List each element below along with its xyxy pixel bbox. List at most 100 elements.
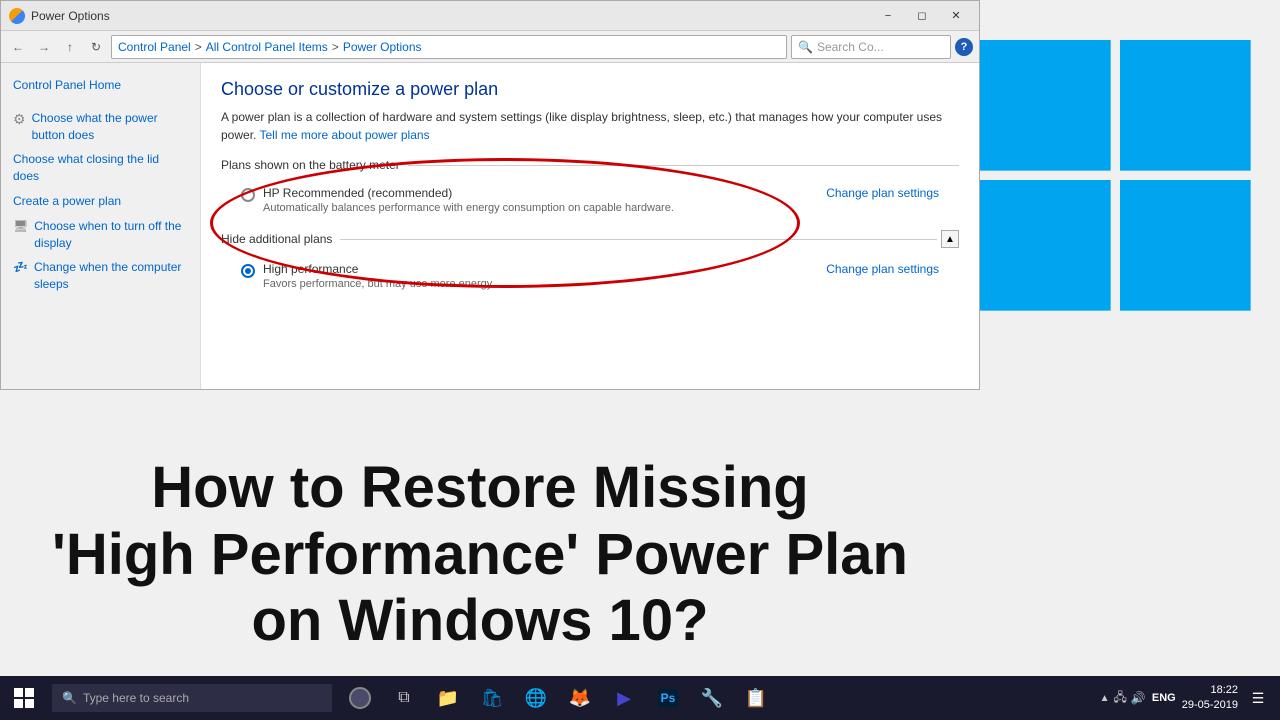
power-options-window: Power Options − ◻ ✕ ← → ↑ ↻ Control Pane…: [0, 0, 980, 390]
hide-plans-section: Hide additional plans ▲: [221, 230, 959, 248]
breadcrumb-sep2: >: [332, 40, 339, 54]
taskbar-search-icon: 🔍: [62, 691, 77, 705]
display-icon: 🖥: [13, 218, 28, 235]
sidebar-change-sleep-label: Change when the computer sleeps: [34, 259, 188, 293]
sidebar-power-button[interactable]: ⚙ Choose what the power button does: [1, 106, 200, 148]
plan-row-hp-recommended: HP Recommended (recommended) Automatical…: [221, 180, 959, 220]
breadcrumb-allitems[interactable]: All Control Panel Items: [206, 40, 328, 54]
sidebar-power-button-label: Choose what the power button does: [32, 110, 188, 144]
systray: ▲ 🖧 🔊 ENG 18:22 29-05-2019 ☰: [1100, 683, 1280, 714]
window-controls: − ◻ ✕: [873, 6, 971, 26]
app2-btn[interactable]: 📋: [738, 680, 774, 716]
edge-icon: 🛍: [481, 688, 504, 709]
taskbar-search-placeholder: Type here to search: [83, 691, 189, 705]
system-clock: 18:22 29-05-2019: [1182, 683, 1238, 714]
address-bar: ← → ↑ ↻ Control Panel > All Control Pane…: [1, 31, 979, 63]
breadcrumb-sep1: >: [195, 40, 202, 54]
start-button[interactable]: [0, 676, 48, 720]
high-perf-plan-name: High performance: [263, 262, 495, 276]
clock-date: 29-05-2019: [1182, 698, 1238, 713]
network-icon: 🖧: [1114, 688, 1127, 709]
refresh-button[interactable]: ↻: [85, 36, 107, 58]
overlay-line1: How to Restore Missing: [0, 455, 960, 522]
tell-me-more-link[interactable]: Tell me more about power plans: [259, 128, 429, 142]
restore-button[interactable]: ◻: [907, 6, 937, 26]
breadcrumb-controlpanel[interactable]: Control Panel: [118, 40, 191, 54]
plans-divider-line: [408, 165, 959, 166]
windows-logo-svg: [980, 30, 1260, 330]
sidebar-change-sleep[interactable]: 💤 Change when the computer sleeps: [1, 255, 200, 297]
hp-recommended-radio[interactable]: [241, 188, 255, 202]
content-panel: Choose or customize a power plan A power…: [201, 63, 979, 389]
hp-change-settings-link[interactable]: Change plan settings: [826, 186, 939, 200]
main-content: Control Panel Home ⚙ Choose what the pow…: [1, 63, 979, 389]
sidebar-turn-off-display-label: Choose when to turn off the display: [34, 218, 188, 252]
notification-button[interactable]: ☰: [1244, 684, 1272, 712]
page-title: Choose or customize a power plan: [221, 79, 959, 100]
plan-left-high-perf: High performance Favors performance, but…: [241, 262, 495, 290]
hide-plans-label: Hide additional plans: [221, 232, 332, 246]
start-tile-1: [14, 688, 23, 697]
hide-plans-divider: [340, 239, 937, 240]
plan-left-hp: HP Recommended (recommended) Automatical…: [241, 186, 674, 214]
systray-icons: ▲ 🖧 🔊: [1100, 688, 1146, 709]
start-tile-2: [25, 688, 34, 697]
firefox-btn[interactable]: 🦊: [562, 680, 598, 716]
sidebar-control-panel-home[interactable]: Control Panel Home: [1, 73, 200, 98]
search-bar[interactable]: 🔍 Search Co...: [791, 35, 951, 59]
media-player-icon: ▶: [617, 688, 631, 709]
start-tile-4: [25, 699, 34, 708]
file-explorer-btn[interactable]: 📁: [430, 680, 466, 716]
photoshop-btn[interactable]: Ps: [650, 680, 686, 716]
language-indicator: ENG: [1152, 692, 1176, 704]
high-perf-change-settings-link[interactable]: Change plan settings: [826, 262, 939, 276]
chevron-up-icon[interactable]: ▲: [1100, 693, 1110, 704]
sidebar: Control Panel Home ⚙ Choose what the pow…: [1, 63, 201, 389]
hp-plan-name: HP Recommended (recommended): [263, 186, 674, 200]
file-explorer-icon: 📁: [437, 688, 459, 709]
clock-time: 18:22: [1210, 683, 1238, 698]
speaker-icon: 🔊: [1131, 691, 1146, 705]
breadcrumb-poweroptions[interactable]: Power Options: [343, 40, 422, 54]
up-button[interactable]: ↑: [59, 36, 81, 58]
overlay-text: How to Restore Missing 'High Performance…: [0, 455, 960, 655]
overlay-line3: on Windows 10?: [0, 588, 960, 655]
forward-button[interactable]: →: [33, 36, 55, 58]
edge-btn[interactable]: 🛍: [474, 680, 510, 716]
sleep-icon: 💤: [13, 259, 28, 276]
back-button[interactable]: ←: [7, 36, 29, 58]
media-player-btn[interactable]: ▶: [606, 680, 642, 716]
sidebar-turn-off-display[interactable]: 🖥 Choose when to turn off the display: [1, 214, 200, 256]
sidebar-closing-lid[interactable]: Choose what closing the lid does: [1, 147, 200, 189]
high-performance-radio[interactable]: [241, 264, 255, 278]
plan-row-high-performance: High performance Favors performance, but…: [221, 256, 959, 296]
breadcrumb-bar[interactable]: Control Panel > All Control Panel Items …: [111, 35, 787, 59]
window-title: Power Options: [31, 9, 873, 23]
search-placeholder: Search Co...: [817, 40, 884, 54]
start-icon: [14, 688, 34, 708]
collapse-plans-button[interactable]: ▲: [941, 230, 959, 248]
high-perf-plan-desc: Favors performance, but may use more ene…: [263, 278, 495, 290]
hp-plan-desc: Automatically balances performance with …: [263, 202, 674, 214]
photoshop-icon: Ps: [658, 689, 679, 707]
taskbar-center-icons: ⧉ 📁 🛍 🌐 🦊 ▶ Ps 🔧 📋: [336, 680, 780, 716]
overlay-line2: 'High Performance' Power Plan: [0, 522, 960, 589]
minimize-button[interactable]: −: [873, 6, 903, 26]
plans-section-label: Plans shown on the battery meter: [221, 158, 400, 172]
sidebar-create-plan[interactable]: Create a power plan: [1, 189, 200, 214]
chrome-btn[interactable]: 🌐: [518, 680, 554, 716]
cortana-icon-btn[interactable]: [342, 680, 378, 716]
cortana-circle: [349, 687, 371, 709]
search-icon: 🔍: [798, 40, 813, 54]
start-tile-3: [14, 699, 23, 708]
task-view-icon: ⧉: [398, 689, 409, 707]
high-perf-plan-info: High performance Favors performance, but…: [263, 262, 495, 290]
task-view-btn[interactable]: ⧉: [386, 680, 422, 716]
firefox-icon: 🦊: [569, 688, 591, 709]
page-description: A power plan is a collection of hardware…: [221, 108, 959, 144]
app1-btn[interactable]: 🔧: [694, 680, 730, 716]
taskbar-search-box[interactable]: 🔍 Type here to search: [52, 684, 332, 712]
windows-logo: [960, 10, 1280, 370]
app1-icon: 🔧: [701, 688, 723, 709]
taskbar: 🔍 Type here to search ⧉ 📁 🛍 🌐 🦊 ▶: [0, 676, 1280, 720]
